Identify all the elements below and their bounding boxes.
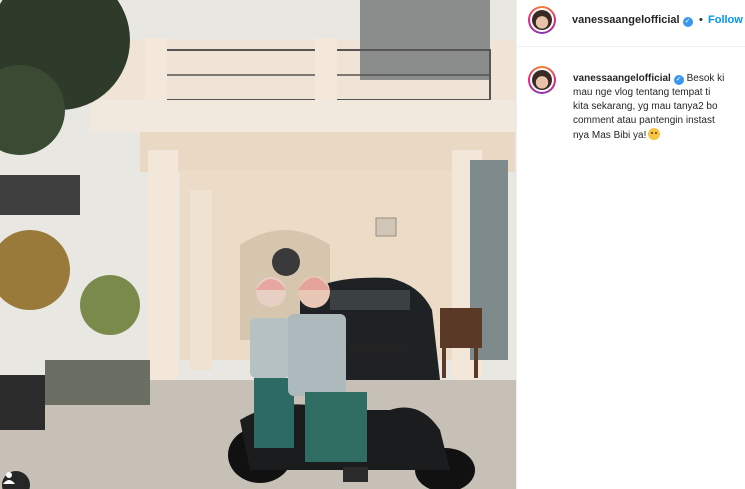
caption-line: comment atau pantengin instast (573, 115, 715, 126)
follow-button[interactable]: Follow (708, 14, 743, 26)
caption-line: mau nge vlog tentang tempat ti (573, 87, 711, 98)
caption-line: kita sekarang, yg mau tanya2 bo (573, 101, 718, 112)
avatar-image (532, 70, 552, 90)
avatar[interactable] (528, 6, 556, 34)
caption-avatar[interactable] (528, 66, 556, 94)
couple-on-scooter-photo (0, 0, 516, 489)
post-sidebar: vanessaangelofficial ✓ • Follow vanessaan… (517, 0, 745, 489)
username-link[interactable]: vanessaangelofficial ✓ (572, 14, 693, 27)
dot-separator: • (699, 14, 703, 26)
post-header: vanessaangelofficial ✓ • Follow (517, 0, 745, 47)
post-photo[interactable] (0, 0, 516, 489)
person-icon (3, 472, 15, 484)
caption-line: nya Mas Bibi ya! (573, 128, 745, 143)
kiss-emoji-icon (648, 128, 661, 140)
caption-line: vanessaangelofficial ✓ Besok ki (573, 73, 725, 85)
avatar-image (532, 10, 552, 30)
caption-username[interactable]: vanessaangelofficial (573, 73, 671, 84)
verified-badge-icon: ✓ (673, 75, 684, 85)
verified-badge-icon: ✓ (682, 17, 693, 27)
caption-text: vanessaangelofficial ✓ Besok ki mau nge v… (573, 72, 745, 143)
